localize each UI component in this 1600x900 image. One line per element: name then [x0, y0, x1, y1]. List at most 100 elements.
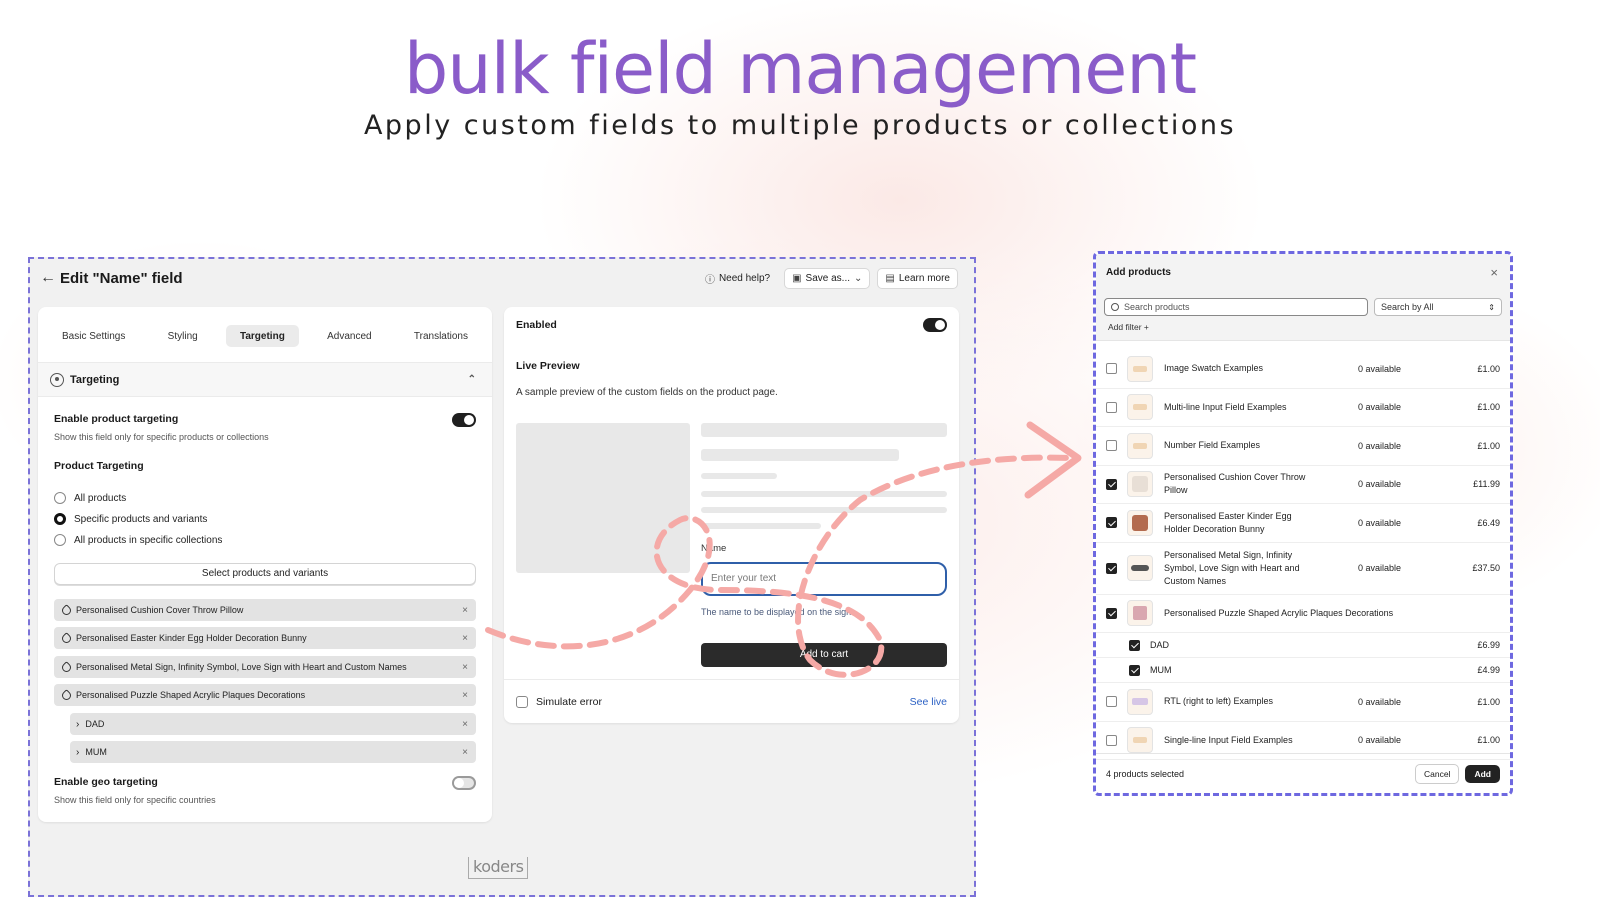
enabled-label: Enabled — [516, 319, 557, 331]
product-checkbox[interactable] — [1106, 363, 1117, 375]
product-checkbox[interactable] — [1106, 734, 1117, 746]
simulate-error-checkbox[interactable] — [516, 695, 528, 708]
tab-translations[interactable]: Translations — [400, 325, 482, 347]
product-targeting-label: Enable product targeting — [54, 413, 179, 425]
chip-label: DAD — [85, 719, 105, 729]
remove-icon[interactable]: × — [462, 747, 468, 758]
save-icon: ▣ — [792, 272, 802, 284]
product-checkbox[interactable] — [1106, 401, 1117, 413]
product-targeting-toggle[interactable] — [452, 413, 476, 427]
product-name: Personalised Puzzle Shaped Acrylic Plaqu… — [1164, 607, 1394, 618]
header-actions: ⓘ Need help? ▣ Save as... ⌄ ▤ Learn more — [698, 267, 958, 290]
add-filter-button[interactable]: Add filter + — [1108, 322, 1149, 332]
product-availability: 0 available — [1358, 696, 1402, 707]
section-title: Targeting — [70, 373, 120, 386]
chevron-right-icon[interactable]: › — [76, 747, 79, 758]
product-thumbnail — [1127, 432, 1153, 459]
search-by-value: Search by All — [1381, 302, 1434, 312]
product-thumbnail — [1127, 555, 1153, 581]
add-button[interactable]: Add — [1465, 764, 1500, 783]
product-checkbox[interactable] — [1106, 517, 1117, 529]
product-list: Image Swatch Examples 0 available £1.00 … — [1096, 350, 1510, 760]
product-name: Multi-line Input Field Examples — [1164, 401, 1287, 412]
product-thumbnail — [1127, 355, 1153, 382]
cancel-button[interactable]: Cancel — [1415, 763, 1460, 784]
product-checkbox[interactable] — [1106, 607, 1117, 619]
radio-button[interactable] — [54, 534, 66, 546]
tab-advanced[interactable]: Advanced — [313, 325, 385, 347]
radio-button[interactable] — [54, 492, 66, 504]
back-arrow-icon[interactable]: ← — [40, 269, 60, 287]
radio-specific-products[interactable]: Specific products and variants — [54, 513, 207, 525]
list-item[interactable]: Personalised Cushion Cover Throw Pillow … — [1096, 466, 1510, 504]
product-price: £1.00 — [1477, 735, 1500, 746]
remove-icon[interactable]: × — [462, 662, 468, 673]
geo-targeting-help: Show this field only for specific countr… — [54, 795, 216, 805]
tab-styling[interactable]: Styling — [154, 325, 212, 347]
variant-row[interactable]: DAD £6.99 — [1096, 633, 1510, 658]
remove-icon[interactable]: × — [462, 633, 468, 644]
tab-basic-settings[interactable]: Basic Settings — [48, 325, 139, 347]
radio-all-products[interactable]: All products — [54, 492, 126, 504]
modal-header: Add products × — [1096, 254, 1510, 290]
search-by-select[interactable]: Search by All ⇕ — [1374, 298, 1502, 316]
field-editor-panel: ← Edit "Name" field ⓘ Need help? ▣ Save … — [28, 257, 976, 897]
select-products-button[interactable]: Select products and variants — [54, 563, 476, 585]
chip-label: Personalised Puzzle Shaped Acrylic Plaqu… — [76, 690, 306, 700]
selected-product-chip: Personalised Metal Sign, Infinity Symbol… — [54, 656, 476, 678]
remove-icon[interactable]: × — [462, 690, 468, 701]
text-placeholder — [701, 473, 777, 479]
product-name: Personalised Easter Kinder Egg Holder De… — [1164, 510, 1292, 534]
chip-label: MUM — [85, 747, 107, 757]
targeting-section-header[interactable]: Targeting ⌃ — [38, 363, 492, 397]
learn-more-label: Learn more — [898, 272, 950, 284]
radio-label: All products in specific collections — [74, 534, 223, 546]
tab-targeting[interactable]: Targeting — [225, 325, 299, 347]
product-availability: 0 available — [1358, 440, 1402, 451]
add-to-cart-button[interactable]: Add to cart — [701, 643, 947, 667]
variant-name: MUM — [1150, 665, 1172, 675]
enabled-toggle[interactable] — [923, 318, 947, 332]
list-item[interactable]: Personalised Metal Sign, Infinity Symbol… — [1096, 543, 1510, 595]
live-preview-card: Enabled Live Preview A sample preview of… — [504, 307, 959, 723]
search-input[interactable]: Search products — [1104, 298, 1368, 316]
list-item[interactable]: Personalised Puzzle Shaped Acrylic Plaqu… — [1096, 595, 1510, 633]
product-checkbox[interactable] — [1106, 478, 1117, 490]
name-input[interactable]: Enter your text — [701, 562, 947, 596]
see-live-link[interactable]: See live — [910, 696, 947, 708]
need-help-button[interactable]: ⓘ Need help? — [698, 267, 777, 290]
variant-checkbox[interactable] — [1129, 664, 1140, 676]
list-item[interactable]: Multi-line Input Field Examples 0 availa… — [1096, 389, 1510, 427]
list-item[interactable]: Number Field Examples 0 available £1.00 — [1096, 427, 1510, 466]
product-checkbox[interactable] — [1106, 696, 1117, 708]
selected-product-chip: Personalised Puzzle Shaped Acrylic Plaqu… — [54, 684, 476, 706]
remove-icon[interactable]: × — [462, 719, 468, 730]
list-item[interactable]: RTL (right to left) Examples 0 available… — [1096, 683, 1510, 722]
live-preview-title: Live Preview — [516, 360, 580, 372]
close-icon[interactable]: × — [1490, 265, 1498, 280]
save-as-button[interactable]: ▣ Save as... ⌄ — [784, 267, 871, 289]
list-item[interactable]: Personalised Easter Kinder Egg Holder De… — [1096, 504, 1510, 543]
product-thumbnail — [1127, 509, 1153, 536]
geo-targeting-toggle[interactable] — [452, 776, 476, 790]
name-field-help: The name to be displayed on the sign — [701, 607, 852, 617]
variant-row[interactable]: MUM £4.99 — [1096, 658, 1510, 683]
modal-footer: 4 products selected Cancel Add — [1096, 753, 1510, 793]
geo-targeting-label: Enable geo targeting — [54, 776, 158, 788]
product-checkbox[interactable] — [1106, 562, 1117, 574]
variant-checkbox[interactable] — [1129, 639, 1140, 651]
selected-variant-chip: › MUM × — [70, 741, 476, 763]
modal-title: Add products — [1106, 266, 1171, 278]
radio-button[interactable] — [54, 513, 66, 525]
product-thumbnail — [1127, 394, 1153, 421]
tag-icon — [60, 603, 73, 617]
remove-icon[interactable]: × — [462, 605, 468, 616]
product-checkbox[interactable] — [1106, 440, 1117, 452]
radio-collections[interactable]: All products in specific collections — [54, 534, 222, 546]
hero-subtitle: Apply custom fields to multiple products… — [363, 110, 1237, 141]
list-item[interactable]: Image Swatch Examples 0 available £1.00 — [1096, 350, 1510, 389]
product-availability: 0 available — [1358, 402, 1402, 413]
learn-more-button[interactable]: ▤ Learn more — [877, 267, 958, 289]
chevron-right-icon[interactable]: › — [76, 719, 79, 730]
book-icon: ▤ — [885, 272, 895, 284]
